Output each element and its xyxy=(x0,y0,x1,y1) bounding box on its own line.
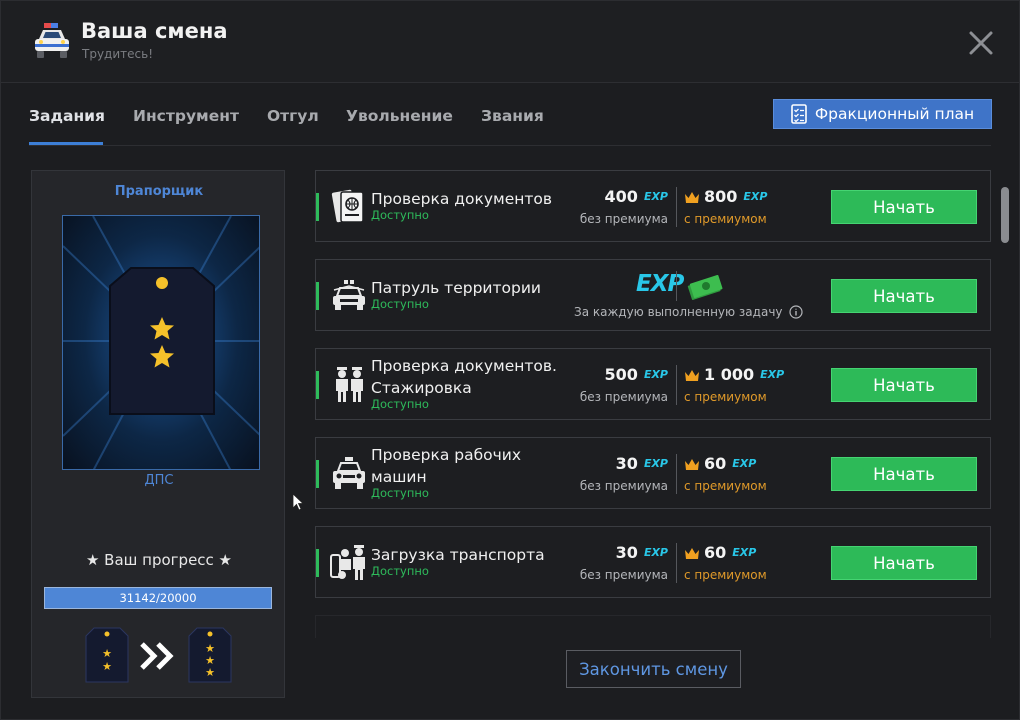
base-reward: 400 EXP xyxy=(604,187,668,206)
task-status-accent xyxy=(316,282,319,310)
task-name: Загрузка транспорта xyxy=(371,546,545,564)
crown-icon xyxy=(685,548,699,559)
task-row: Проверка рабочих машин Доступно 30 EXP без… xyxy=(315,437,991,509)
base-reward: 30 EXP xyxy=(615,543,668,562)
base-reward: 30 EXP xyxy=(615,454,668,473)
mouse-cursor-icon xyxy=(292,493,304,511)
task-reward: 30 EXP без премиума 60 EXP с премиумом xyxy=(576,543,776,585)
shoulder-strap-icon xyxy=(63,216,259,469)
tab-ranks[interactable]: Звания xyxy=(481,107,544,125)
cash-icon xyxy=(687,274,723,300)
task-row: Загрузка транспорта Доступно 30 EXP без п… xyxy=(315,526,991,598)
start-task-button[interactable]: Начать xyxy=(831,190,977,224)
start-task-button[interactable]: Начать xyxy=(831,546,977,580)
task-reward: 500 EXP без премиума 1 000 EXP с премиумом xyxy=(576,365,784,407)
window-header: Ваша смена Трудитесь! xyxy=(1,1,1019,83)
police-car-icon xyxy=(35,23,69,58)
tab-tools[interactable]: Инструмент xyxy=(133,107,239,125)
base-reward-label: без премиума xyxy=(579,390,668,404)
police-car-icon xyxy=(333,280,365,310)
faction-plan-button[interactable]: Фракционный план xyxy=(773,99,992,129)
base-reward-label: без премиума xyxy=(579,212,668,226)
premium-reward: 60 EXP xyxy=(684,543,756,562)
task-row: Проверка документов. Стажировка Доступно … xyxy=(315,348,991,420)
task-status-accent xyxy=(316,460,319,488)
premium-reward: 800 EXP xyxy=(684,187,767,206)
crown-icon xyxy=(685,459,699,470)
close-icon[interactable] xyxy=(967,29,995,57)
crown-icon xyxy=(685,192,699,203)
tab-tasks[interactable]: Задания xyxy=(29,107,105,125)
tab-resignation[interactable]: Увольнение xyxy=(346,107,453,125)
tab-day-off[interactable]: Отгул xyxy=(267,107,319,125)
task-reward: 400 EXP без премиума 800 EXP с премиумом xyxy=(576,187,776,229)
svg-text:★: ★ xyxy=(102,647,112,660)
task-name: Патруль территории xyxy=(371,279,541,297)
task-row: Патруль территории Доступно EXP За кажду… xyxy=(315,259,991,331)
task-status: Доступно xyxy=(371,397,429,411)
police-car-front-icon xyxy=(333,457,365,489)
base-reward-label: без премиума xyxy=(579,479,668,493)
svg-text:★: ★ xyxy=(102,660,112,673)
task-status-accent xyxy=(316,193,319,221)
premium-reward-label: с премиумом xyxy=(684,479,767,493)
end-shift-button[interactable]: Закончить смену xyxy=(566,650,741,688)
rank-name: Прапорщик xyxy=(114,184,204,199)
premium-reward-label: с премиумом xyxy=(684,390,767,404)
task-status: Доступно xyxy=(371,486,429,500)
premium-reward-label: с премиумом xyxy=(684,568,767,582)
task-name: Проверка документов. Стажировка xyxy=(371,357,557,397)
rank-unit: ДПС xyxy=(144,473,174,488)
checklist-icon xyxy=(791,104,807,124)
task-status: Доступно xyxy=(371,564,429,578)
tabs-divider xyxy=(29,145,991,146)
task-status: Доступно xyxy=(371,208,429,222)
faction-plan-label: Фракционный план xyxy=(814,105,975,123)
task-reward: 30 EXP без премиума 60 EXP с премиумом xyxy=(576,454,776,496)
task-status-accent xyxy=(316,549,319,577)
exp-badge: EXP xyxy=(636,271,684,297)
crown-icon xyxy=(685,370,699,381)
reward-note: За каждую выполненную задачу xyxy=(574,305,803,319)
window-title: Ваша смена xyxy=(81,19,228,43)
premium-reward: 60 EXP xyxy=(684,454,756,473)
svg-text:★: ★ xyxy=(205,666,215,679)
start-task-button[interactable]: Начать xyxy=(831,368,977,402)
task-name: Проверка рабочих машин xyxy=(371,446,522,486)
current-rank-strap-icon: ★ ★ xyxy=(85,627,129,683)
tasks-list: Проверка документов Доступно 400 EXP без … xyxy=(315,170,991,638)
tasks-scrollbar[interactable] xyxy=(1001,187,1009,243)
rank-card: Прапорщик ДПС ★ Ваш прогресс ★ 31142/200… xyxy=(31,170,285,698)
task-name: Проверка документов xyxy=(371,190,553,208)
task-row: Проверка документов Доступно 400 EXP без … xyxy=(315,170,991,242)
task-row-partial xyxy=(315,615,991,638)
next-rank-strap-icon: ★ ★ ★ xyxy=(188,627,232,683)
officers-cargo-icon xyxy=(330,545,365,580)
task-status: Доступно xyxy=(371,297,429,311)
premium-reward: 1 000 EXP xyxy=(684,365,784,384)
base-reward: 500 EXP xyxy=(604,365,668,384)
task-status-accent xyxy=(316,371,319,399)
rank-insignia-image xyxy=(62,215,260,470)
shift-window: Ваша смена Трудитесь! Задания Инструмент… xyxy=(0,0,1020,720)
info-icon[interactable] xyxy=(789,305,803,319)
start-task-button[interactable]: Начать xyxy=(831,279,977,313)
officers-icon xyxy=(336,367,363,402)
window-subtitle: Трудитесь! xyxy=(82,47,153,61)
progress-label: ★ Ваш прогресс ★ xyxy=(85,551,233,569)
base-reward-label: без премиума xyxy=(579,568,668,582)
next-rank-arrows-icon xyxy=(140,642,174,670)
passport-icon xyxy=(331,189,364,223)
premium-reward-label: с премиумом xyxy=(684,212,767,226)
start-task-button[interactable]: Начать xyxy=(831,457,977,491)
rank-progress-bar: 31142/20000 xyxy=(44,587,272,609)
rank-progress-text: 31142/20000 xyxy=(119,591,197,605)
